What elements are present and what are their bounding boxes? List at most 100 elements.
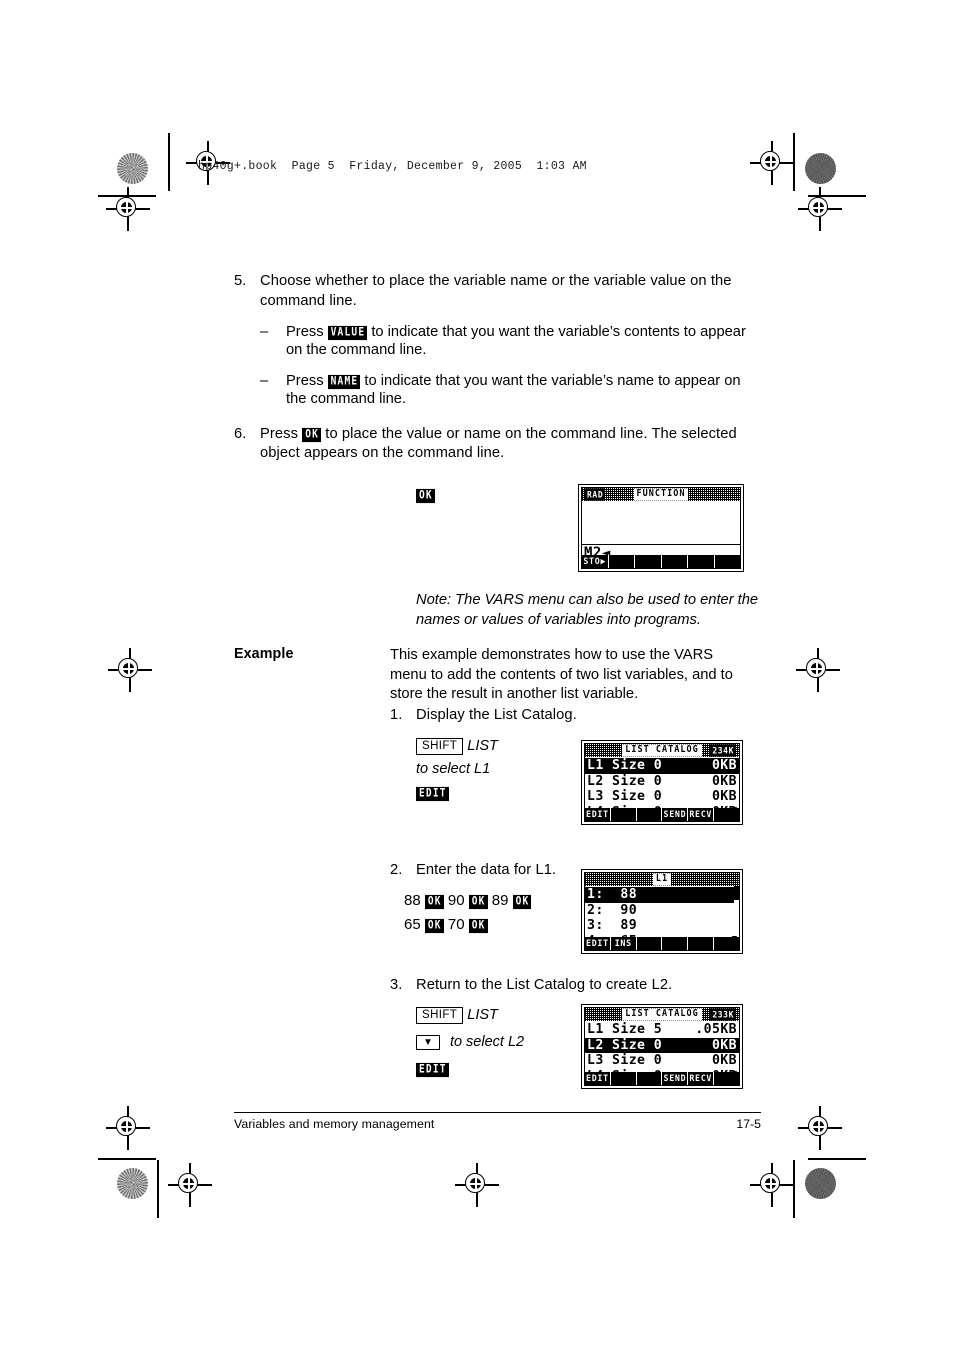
registration-mark-bottom-left (168, 1163, 212, 1207)
function-screen-titlebar: RAD FUNCTION (582, 488, 740, 501)
row-label: L1 Size 5 (587, 1022, 663, 1037)
halftone-circle-top-right (805, 153, 836, 184)
catalog2-titlebar: LIST CATALOG 233K (585, 1008, 739, 1021)
softkey-blank-1[interactable] (609, 554, 635, 568)
ok-key[interactable]: OK (468, 919, 488, 934)
step-5-text: Choose whether to place the variable nam… (260, 273, 732, 309)
softkey-blank-5[interactable] (715, 554, 741, 568)
row-label: L3 Size 0 (587, 789, 663, 804)
softkey-blank-3[interactable] (714, 807, 739, 821)
example-step-3-text: Return to the List Catalog to create L2. (416, 977, 673, 993)
softkey-edit[interactable]: EDIT (585, 936, 611, 950)
softkey-blank-3[interactable] (714, 1071, 739, 1085)
value-softkey-label[interactable]: VALUE (327, 326, 368, 341)
softkey-recv[interactable]: RECV (688, 807, 715, 821)
list-key-label[interactable]: LIST (467, 738, 498, 754)
list-item[interactable]: 3: 89 (585, 918, 739, 934)
shift-key[interactable]: SHIFT (416, 738, 464, 756)
example-step-3: 3. Return to the List Catalog to create … (390, 976, 750, 996)
l1-editor-title: L1 (652, 873, 672, 886)
softkey-blank-4[interactable] (714, 936, 739, 950)
softkey-send[interactable]: SEND (662, 1071, 689, 1085)
table-row[interactable]: L3 Size 0 0KB (585, 1053, 739, 1069)
ok-key[interactable]: OK (424, 919, 444, 934)
book-header-line: hp40g+.book Page 5 Friday, December 9, 2… (198, 160, 587, 173)
row-label: L2 Size 0 (587, 1037, 663, 1053)
press-word: Press (286, 372, 324, 389)
table-row[interactable]: L1 Size 5 .05KB (585, 1022, 739, 1038)
table-row[interactable]: L3 Size 0 0KB (585, 789, 739, 805)
ok-softkey-label[interactable]: OK (302, 427, 322, 442)
softkey-send[interactable]: SEND (662, 807, 689, 821)
ok-key[interactable]: OK (512, 894, 532, 910)
value-65: 65 (404, 916, 421, 934)
l1-editor-screen: L1 1: 88 2: 90 3: 89 4: 65 5: 70 ▼ EDI (581, 869, 743, 954)
catalog1-softkey-bar: EDIT SEND RECV (585, 807, 739, 821)
row-label: L3 Size 0 (587, 1053, 663, 1068)
trim-line-lower-left-horizontal (98, 1158, 156, 1160)
softkey-blank-1[interactable] (611, 807, 637, 821)
softkey-blank-3[interactable] (688, 936, 715, 950)
step-6-keystrokes: OK (416, 484, 435, 507)
softkey-blank-2[interactable] (635, 554, 662, 568)
registration-mark-middle-right (796, 648, 840, 692)
softkey-ins[interactable]: INS (611, 936, 637, 950)
list-item[interactable]: 2: 90 (585, 903, 739, 919)
table-row[interactable]: L2 Size 0 0KB (585, 1037, 739, 1053)
name-softkey-label[interactable]: NAME (327, 374, 361, 389)
list-key-label[interactable]: LIST (467, 1007, 498, 1023)
footer-divider (234, 1112, 761, 1114)
dash-bullet: – (260, 372, 269, 389)
example-step-3-number: 3. (390, 977, 403, 993)
trim-line-bottom-left-vertical (157, 1160, 159, 1218)
softkey-blank-2[interactable] (637, 807, 663, 821)
registration-mark-top-right (750, 141, 794, 185)
registration-mark-bottom-center (455, 1163, 499, 1207)
example-step-3-keystrokes: SHIFT LIST ▼ to select L2 EDIT (416, 1002, 524, 1082)
table-row[interactable]: L2 Size 0 0KB (585, 774, 739, 790)
catalog2-title: LIST CATALOG (622, 1008, 702, 1021)
ok-key[interactable]: OK (468, 894, 488, 910)
softkey-edit[interactable]: EDIT (585, 807, 611, 821)
list-catalog-screen-2: LIST CATALOG 233K L1 Size 5 .05KB L2 Siz… (581, 1004, 743, 1089)
softkey-blank-1[interactable] (637, 936, 663, 950)
catalog2-softkey-bar: EDIT SEND RECV (585, 1071, 739, 1085)
step-5-sub-2: – Press NAME to indicate that you want t… (234, 372, 764, 409)
l1-editor-softkey-bar: EDIT INS (585, 936, 739, 950)
halftone-circle-top-left (117, 153, 148, 184)
edit-softkey[interactable]: EDIT (416, 1062, 449, 1077)
ok-key[interactable]: OK (424, 894, 444, 910)
ok-key[interactable]: OK (416, 488, 435, 504)
edit-softkey[interactable]: EDIT (416, 786, 449, 802)
example-step-2-keystrokes: 88 OK 90 OK 89 OK 65 OK 70 OK (404, 889, 532, 938)
softkey-recv[interactable]: RECV (688, 1071, 715, 1085)
registration-mark-middle-left (108, 648, 152, 692)
table-row[interactable]: L1 Size 0 0KB (585, 758, 739, 774)
row-label: L2 Size 0 (587, 773, 663, 789)
halftone-circle-bottom-left (117, 1168, 148, 1199)
vars-menu-note: Note: The VARS menu can also be used to … (416, 592, 759, 628)
softkey-blank-1[interactable] (611, 1071, 637, 1085)
press-word: Press (286, 324, 324, 341)
trim-line-bottom-right-vertical (793, 1160, 795, 1218)
row-label: L1 Size 0 (587, 758, 663, 773)
dash-bullet: – (260, 324, 269, 341)
step-5-sub-1: – Press VALUE to indicate that you want … (234, 323, 764, 360)
softkey-blank-4[interactable] (688, 554, 715, 568)
halftone-circle-bottom-right (805, 1168, 836, 1199)
step-6: 6. Press OK to place the value or name o… (234, 425, 764, 464)
softkey-sto[interactable]: STO▶ (582, 554, 609, 568)
scrollbar-thumb[interactable] (734, 886, 739, 900)
arrow-down-key[interactable]: ▼ (416, 1034, 440, 1051)
list-item[interactable]: 1: 88 (585, 887, 739, 903)
body-content: 5. Choose whether to place the variable … (234, 272, 764, 467)
trim-line-lower-right-horizontal (808, 1158, 866, 1160)
softkey-blank-3[interactable] (662, 554, 688, 568)
vertical-scrollbar[interactable] (734, 886, 739, 937)
shift-key[interactable]: SHIFT (416, 1007, 464, 1025)
example-heading: Example (234, 646, 294, 662)
registration-mark-bottom-right (750, 1163, 794, 1207)
softkey-blank-2[interactable] (662, 936, 689, 950)
softkey-blank-2[interactable] (637, 1071, 663, 1085)
softkey-edit[interactable]: EDIT (585, 1071, 611, 1085)
